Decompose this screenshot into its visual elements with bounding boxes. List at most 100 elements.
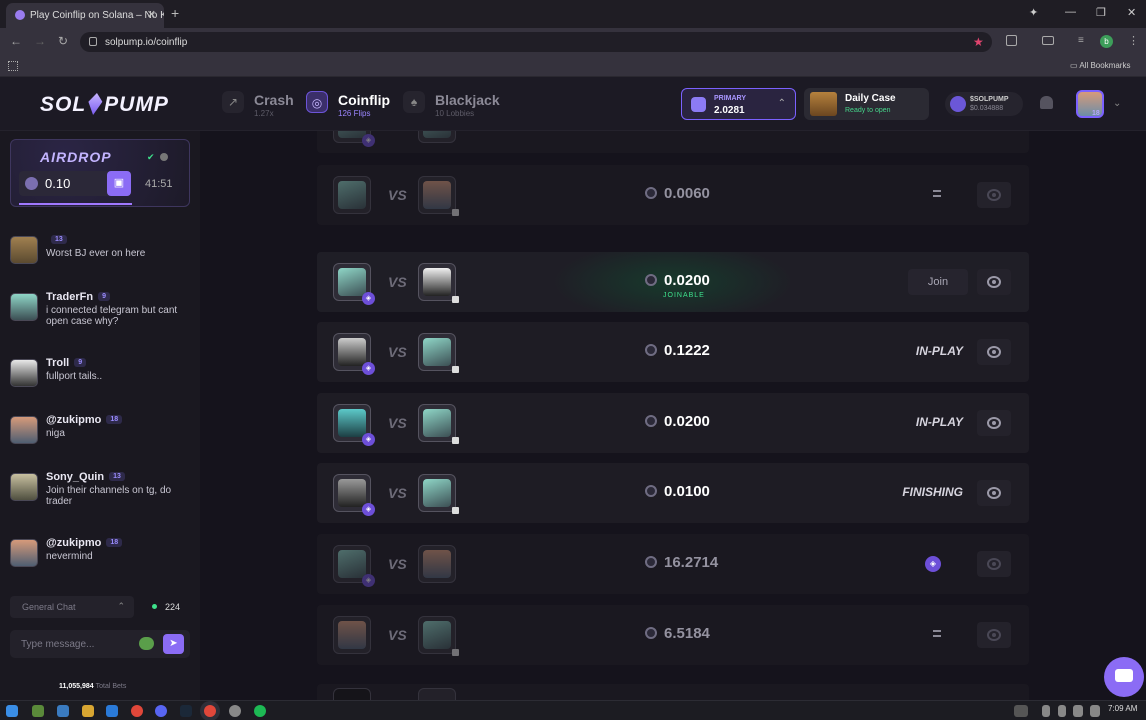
flip-row[interactable]: ◈ VS 0.0200 IN-PLAY: [317, 393, 1029, 453]
taskbar-clock[interactable]: 7:09 AM: [1108, 704, 1137, 713]
view-flip-button[interactable]: [977, 622, 1011, 648]
site-logo[interactable]: SOL PUMP: [40, 93, 169, 117]
minimize-icon[interactable]: —: [1065, 6, 1076, 18]
microphone-icon[interactable]: [1058, 705, 1066, 717]
wallet-selector[interactable]: PRIMARY 2.0281 ⌃: [681, 88, 796, 120]
flip-row[interactable]: ◈ VS 0.0100 FINISHING: [317, 463, 1029, 523]
chat-username[interactable]: @zukipmo 18: [46, 414, 123, 426]
all-bookmarks[interactable]: ▭ All Bookmarks: [1070, 61, 1130, 70]
bookmark-star-icon[interactable]: ★: [973, 35, 984, 49]
cast-icon[interactable]: [1042, 36, 1054, 45]
player-slot[interactable]: [333, 176, 371, 214]
airdrop-claim-button[interactable]: ▣: [107, 171, 131, 196]
flip-row[interactable]: ◈ VS 0.0200 JOINABLE Join: [317, 252, 1029, 312]
player-slot[interactable]: [418, 688, 456, 700]
chat-username[interactable]: Sony_Quin 13: [46, 471, 125, 483]
chrome-icon[interactable]: [131, 705, 143, 717]
daily-case-button[interactable]: Daily Case Ready to open: [804, 88, 929, 120]
emoji-icon[interactable]: [139, 637, 154, 650]
player-slot[interactable]: [418, 131, 456, 143]
chevron-down-icon[interactable]: ⌄: [1113, 98, 1121, 109]
player-slot[interactable]: ◈: [333, 263, 375, 305]
volume-icon[interactable]: [1090, 705, 1100, 717]
avatar[interactable]: [10, 236, 38, 264]
spotify-icon[interactable]: [254, 705, 266, 717]
chat-username[interactable]: Troll 9: [46, 357, 87, 369]
avatar[interactable]: [10, 359, 38, 387]
token-price-badge[interactable]: $SOLPUMP $0.034888: [945, 92, 1023, 116]
player-slot[interactable]: [418, 404, 459, 444]
player-slot[interactable]: ◈: [333, 545, 375, 587]
tray-arrow-icon[interactable]: [1042, 705, 1050, 717]
view-flip-button[interactable]: [977, 182, 1011, 208]
reload-icon[interactable]: ↻: [58, 34, 68, 48]
nav-crash[interactable]: ↗ Crash 1.27x: [222, 89, 302, 119]
avatar[interactable]: [10, 293, 38, 321]
steam-icon[interactable]: [180, 705, 192, 717]
chat-channel-select[interactable]: General Chat ⌃: [10, 596, 134, 618]
browser-tab[interactable]: Play Coinflip on Solana – No KYC ✕: [6, 3, 164, 28]
tray-icon[interactable]: [1014, 705, 1028, 717]
player-slot[interactable]: [418, 545, 456, 583]
maximize-icon[interactable]: ❐: [1096, 6, 1106, 19]
app-icon[interactable]: [229, 705, 241, 717]
player-slot[interactable]: [418, 176, 459, 216]
back-icon[interactable]: ←: [10, 34, 22, 48]
send-button[interactable]: ➤: [163, 634, 184, 654]
site-info-icon[interactable]: [89, 37, 97, 46]
flip-amount: 0.0200: [645, 413, 710, 430]
app-icon[interactable]: [32, 705, 44, 717]
file-explorer-icon[interactable]: [82, 705, 94, 717]
player-slot[interactable]: [418, 263, 459, 303]
extensions-icon[interactable]: [1006, 35, 1017, 46]
view-flip-button[interactable]: [977, 480, 1011, 506]
player-slot[interactable]: ◈: [333, 474, 375, 516]
browser-menu-icon[interactable]: ⋮: [1128, 34, 1139, 47]
chevron-up-icon: ⌃: [777, 98, 786, 109]
player-slot[interactable]: [333, 688, 371, 700]
view-flip-button[interactable]: [977, 339, 1011, 365]
player-slot[interactable]: [333, 616, 371, 654]
player-slot[interactable]: ◈: [333, 333, 375, 375]
close-window-icon[interactable]: ✕: [1127, 6, 1136, 19]
chrome-active-icon[interactable]: [204, 705, 216, 717]
live-chat-button[interactable]: [1104, 657, 1144, 697]
apps-grid-icon[interactable]: [8, 61, 18, 71]
chat-username[interactable]: TraderFn 9: [46, 291, 110, 303]
view-flip-button[interactable]: [977, 269, 1011, 295]
flip-row[interactable]: ◈ VS 0.1222 IN-PLAY: [317, 322, 1029, 382]
notification-bell-icon[interactable]: [1040, 96, 1053, 109]
start-icon[interactable]: [6, 705, 18, 717]
media-icon[interactable]: ≡: [1078, 35, 1084, 46]
nav-coinflip[interactable]: ◎ Coinflip 126 Flips: [306, 89, 396, 119]
flip-row[interactable]: VS 0.0060: [317, 165, 1029, 225]
view-flip-button[interactable]: [977, 551, 1011, 577]
avatar[interactable]: [10, 539, 38, 567]
player-slot[interactable]: ◈: [333, 131, 375, 147]
extension-star-icon[interactable]: ✦: [1029, 6, 1038, 19]
nav-blackjack[interactable]: ♠ Blackjack 10 Lobbies: [403, 89, 503, 119]
new-tab-icon[interactable]: +: [171, 5, 179, 21]
chat-username[interactable]: @zukipmo 18: [46, 537, 123, 549]
flip-row[interactable]: VS 6.5184: [317, 605, 1029, 665]
player-slot[interactable]: ◈: [333, 404, 375, 446]
view-flip-button[interactable]: [977, 410, 1011, 436]
url-field[interactable]: solpump.io/coinflip: [80, 32, 992, 52]
app-icon[interactable]: [106, 705, 118, 717]
join-button[interactable]: Join: [908, 269, 968, 295]
forward-icon[interactable]: →: [34, 34, 46, 48]
chat-message-input[interactable]: [21, 637, 131, 651]
player-slot[interactable]: [418, 333, 459, 373]
close-tab-icon[interactable]: ✕: [147, 8, 156, 21]
info-icon[interactable]: [160, 153, 168, 161]
flip-row[interactable]: ◈ VS 16.2714 ◈: [317, 534, 1029, 594]
app-icon[interactable]: [57, 705, 69, 717]
avatar[interactable]: [10, 473, 38, 501]
profile-icon[interactable]: b: [1100, 35, 1113, 48]
player-slot[interactable]: [418, 474, 459, 514]
player-slot[interactable]: [418, 616, 459, 656]
discord-icon[interactable]: [155, 705, 167, 717]
chat-username[interactable]: 13: [46, 234, 67, 246]
avatar[interactable]: [10, 416, 38, 444]
network-icon[interactable]: [1073, 705, 1083, 717]
